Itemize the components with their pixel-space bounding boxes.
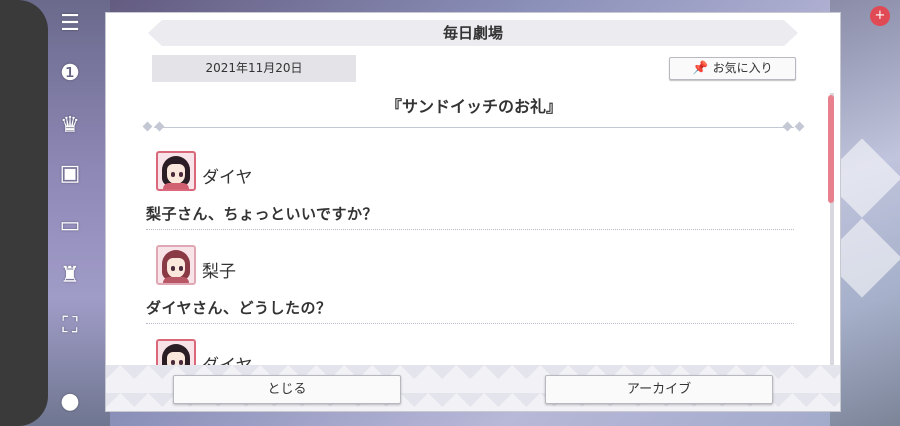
screen-icon[interactable]: ▭ [55, 212, 85, 240]
avatar-riko [156, 245, 196, 285]
dialogue-separator [146, 323, 794, 324]
gift-icon[interactable]: ▣ [55, 160, 85, 188]
dialogue-separator [146, 229, 794, 230]
title-divider [142, 121, 805, 132]
speaker-name: 梨子 [202, 262, 236, 282]
dialog-title: 毎日劇場 [148, 20, 798, 46]
background-left-menu: ☰ ❶ ♛ ▣ ▭ ♜ ⛶ ● [0, 0, 110, 426]
trophy-icon[interactable]: ♜ [55, 262, 85, 290]
scrollbar-thumb[interactable] [828, 95, 834, 203]
favorite-label: お気に入り [712, 61, 773, 75]
pin-icon: 📌 [692, 61, 709, 76]
divider-ornament [154, 121, 165, 132]
chat-icon[interactable]: ❶ [55, 60, 85, 88]
divider-ornament [782, 121, 793, 132]
user-icon[interactable]: ● [55, 388, 85, 416]
dialog-footer: とじる アーカイブ [106, 365, 840, 411]
story-date: 2021年11月20日 [152, 55, 356, 82]
daily-theater-dialog: 毎日劇場 2021年11月20日 📌 お気に入り 『サンドイッチのお礼』 ダイヤ … [105, 12, 841, 412]
dialogue-text: 梨子さん、ちょっといいですか？ [146, 205, 379, 223]
avatar-dia [156, 339, 196, 368]
favorite-button[interactable]: 📌 お気に入り [669, 57, 796, 80]
menu-icon[interactable]: ☰ [55, 10, 85, 38]
notification-badge[interactable]: + [870, 6, 890, 26]
divider-ornament [142, 121, 153, 132]
dialogue-list[interactable]: ダイヤ 梨子さん、ちょっといいですか？ 梨子 ダイヤさん、どうしたの？ ダイヤ [146, 143, 796, 368]
avatar-dia [156, 151, 196, 191]
cup-icon[interactable]: ♛ [55, 112, 85, 140]
dialogue-text: ダイヤさん、どうしたの？ [146, 299, 332, 317]
story-title: 『サンドイッチのお礼』 [385, 97, 562, 116]
divider-ornament [794, 121, 805, 132]
close-button[interactable]: とじる [173, 375, 401, 404]
expand-icon[interactable]: ⛶ [55, 312, 85, 340]
speaker-name: ダイヤ [202, 168, 253, 188]
device-frame [0, 0, 48, 426]
archive-button[interactable]: アーカイブ [545, 375, 773, 404]
